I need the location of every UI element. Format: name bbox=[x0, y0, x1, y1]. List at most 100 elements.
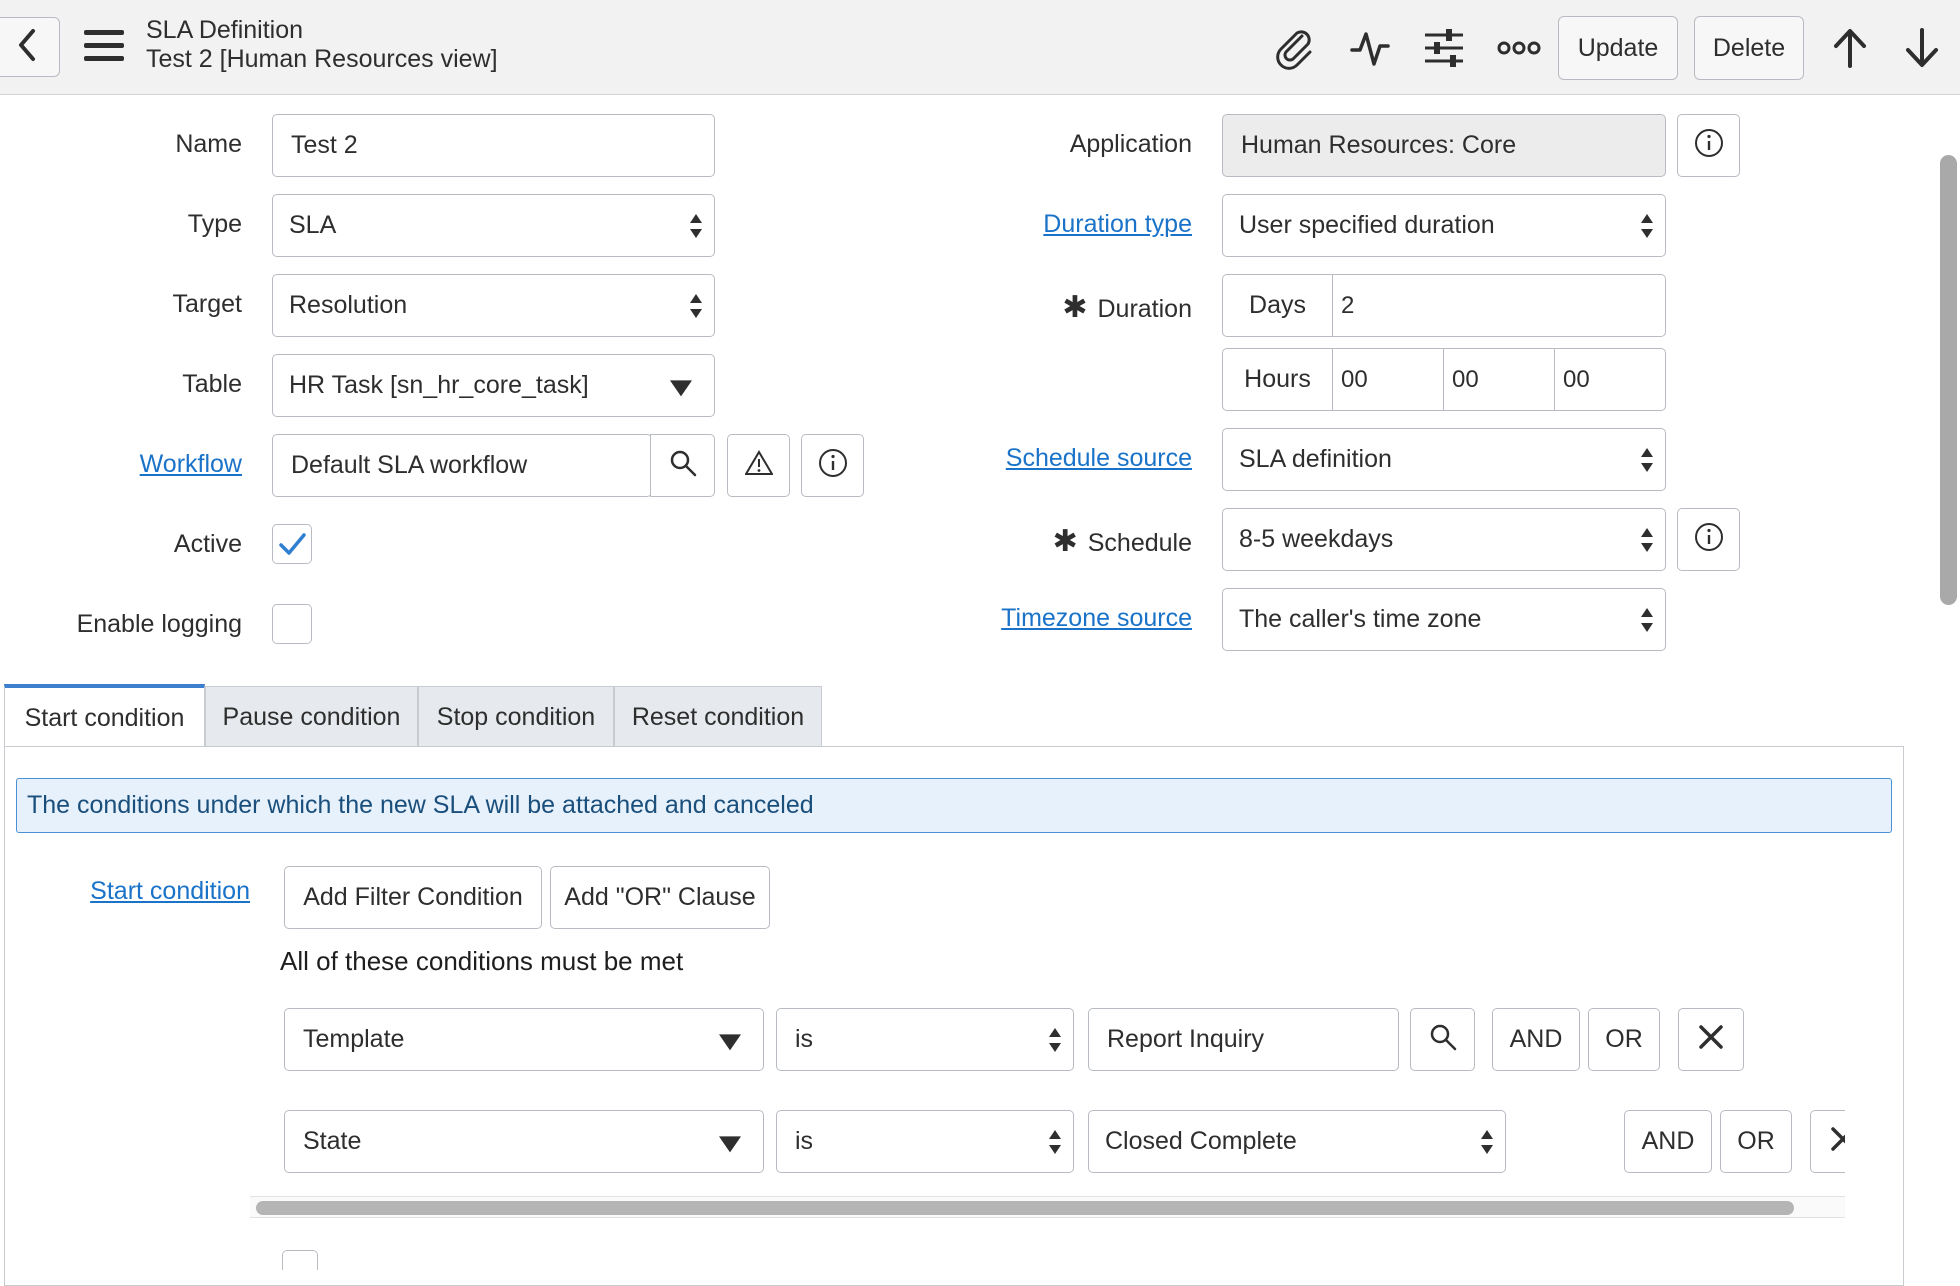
timezone-source-label-wrap: Timezone source bbox=[940, 604, 1192, 633]
timezone-source-link[interactable]: Timezone source bbox=[1001, 604, 1192, 632]
info-icon bbox=[818, 448, 848, 483]
days-input[interactable]: 2 bbox=[1341, 275, 1641, 336]
condition-value: Closed Complete bbox=[1105, 1127, 1297, 1155]
seconds-input[interactable]: 00 bbox=[1555, 349, 1665, 410]
search-icon bbox=[1429, 1023, 1457, 1056]
condition-or-button[interactable]: OR bbox=[1588, 1008, 1660, 1071]
workflow-link[interactable]: Workflow bbox=[140, 450, 242, 478]
close-icon bbox=[1829, 1125, 1845, 1158]
delete-button[interactable]: Delete bbox=[1694, 16, 1804, 80]
attachment-icon[interactable] bbox=[1270, 24, 1318, 72]
schedule-label-wrap: ✱ Schedule bbox=[940, 524, 1192, 559]
duration-type-label-wrap: Duration type bbox=[940, 210, 1192, 239]
condition-and-button[interactable]: AND bbox=[1624, 1110, 1712, 1173]
table-select[interactable]: HR Task [sn_hr_core_task] bbox=[272, 354, 715, 417]
select-arrows-icon bbox=[1641, 212, 1653, 240]
info-icon bbox=[1694, 128, 1724, 163]
active-label: Active bbox=[173, 530, 242, 558]
more-icon[interactable] bbox=[1494, 24, 1544, 72]
application-info-button[interactable] bbox=[1677, 114, 1740, 177]
condition-field-select[interactable]: Template bbox=[284, 1008, 764, 1071]
partial-checkbox[interactable] bbox=[282, 1250, 318, 1270]
search-icon bbox=[669, 449, 697, 482]
duration-hours-group: Hours 00 00 00 bbox=[1222, 348, 1666, 411]
condition-operator-value: is bbox=[795, 1127, 814, 1155]
condition-delete-button[interactable] bbox=[1678, 1008, 1744, 1071]
arrow-down-icon[interactable] bbox=[1898, 24, 1946, 72]
workflow-lookup-button[interactable] bbox=[650, 434, 715, 497]
condition-delete-button[interactable] bbox=[1810, 1110, 1845, 1173]
close-icon bbox=[1697, 1023, 1725, 1056]
condition-value-input[interactable]: Report Inquiry bbox=[1088, 1008, 1399, 1071]
select-arrows-icon bbox=[1641, 446, 1653, 474]
schedule-source-select[interactable]: SLA definition bbox=[1222, 428, 1666, 491]
add-or-clause-button[interactable]: Add "OR" Clause bbox=[550, 866, 770, 929]
horizontal-scrollbar[interactable] bbox=[256, 1201, 1794, 1215]
check-icon bbox=[273, 533, 311, 567]
workflow-info-button[interactable] bbox=[801, 434, 864, 497]
type-label: Type bbox=[187, 210, 242, 238]
workflow-warning-button[interactable] bbox=[727, 434, 790, 497]
tab-reset-condition[interactable]: Reset condition bbox=[614, 686, 822, 748]
activity-icon[interactable] bbox=[1346, 24, 1394, 72]
required-icon: ✱ bbox=[1052, 525, 1078, 558]
workflow-input[interactable]: Default SLA workflow bbox=[272, 434, 652, 497]
duration-type-value: User specified duration bbox=[1239, 211, 1495, 239]
condition-operator-value: is bbox=[795, 1025, 814, 1053]
select-arrows-icon bbox=[1641, 526, 1653, 554]
duration-type-select[interactable]: User specified duration bbox=[1222, 194, 1666, 257]
select-arrows-icon bbox=[1049, 1026, 1061, 1054]
vertical-scrollbar[interactable] bbox=[1940, 155, 1957, 605]
condition-field-value: Template bbox=[303, 1025, 405, 1053]
enable-logging-label: Enable logging bbox=[76, 610, 242, 638]
schedule-value: 8-5 weekdays bbox=[1239, 525, 1394, 553]
duration-type-link[interactable]: Duration type bbox=[1043, 210, 1192, 238]
hours-input[interactable]: 00 bbox=[1333, 349, 1444, 410]
condition-or-button[interactable]: OR bbox=[1720, 1110, 1792, 1173]
days-label: Days bbox=[1223, 275, 1333, 336]
tab-stop-condition[interactable]: Stop condition bbox=[418, 686, 614, 748]
back-icon bbox=[16, 27, 38, 68]
workflow-label-wrap: Workflow bbox=[60, 450, 242, 479]
name-input[interactable]: Test 2 bbox=[272, 114, 715, 177]
schedule-source-link[interactable]: Schedule source bbox=[1006, 444, 1192, 472]
timezone-source-select[interactable]: The caller's time zone bbox=[1222, 588, 1666, 651]
schedule-label: Schedule bbox=[1087, 529, 1192, 557]
condition-value-select[interactable]: Closed Complete bbox=[1088, 1110, 1506, 1173]
info-icon bbox=[1694, 522, 1724, 557]
update-button[interactable]: Update bbox=[1558, 16, 1678, 80]
application-field: Human Resources: Core bbox=[1222, 114, 1666, 177]
minutes-input[interactable]: 00 bbox=[1444, 349, 1555, 410]
target-label: Target bbox=[172, 290, 242, 318]
target-select[interactable]: Resolution bbox=[272, 274, 715, 337]
enable-logging-checkbox[interactable] bbox=[272, 604, 312, 644]
add-filter-condition-button[interactable]: Add Filter Condition bbox=[284, 866, 542, 929]
chevron-down-icon bbox=[719, 1033, 741, 1050]
arrow-up-icon[interactable] bbox=[1826, 24, 1874, 72]
condition-operator-select[interactable]: is bbox=[776, 1110, 1074, 1173]
start-condition-link[interactable]: Start condition bbox=[90, 877, 250, 905]
chevron-down-icon bbox=[670, 379, 692, 396]
chevron-down-icon bbox=[719, 1135, 741, 1152]
type-select[interactable]: SLA bbox=[272, 194, 715, 257]
schedule-select[interactable]: 8-5 weekdays bbox=[1222, 508, 1666, 571]
settings-icon[interactable] bbox=[1420, 24, 1468, 72]
select-arrows-icon bbox=[1481, 1128, 1493, 1156]
tab-pause-condition[interactable]: Pause condition bbox=[205, 686, 418, 748]
condition-field-select[interactable]: State bbox=[284, 1110, 764, 1173]
back-button[interactable] bbox=[0, 17, 60, 77]
condition-operator-select[interactable]: is bbox=[776, 1008, 1074, 1071]
required-icon: ✱ bbox=[1062, 291, 1088, 324]
table-label: Table bbox=[182, 370, 242, 398]
warning-icon bbox=[743, 450, 774, 481]
menu-icon[interactable] bbox=[82, 24, 126, 68]
conditions-must-be-met: All of these conditions must be met bbox=[280, 946, 684, 976]
active-checkbox[interactable] bbox=[272, 524, 312, 564]
condition-lookup-button[interactable] bbox=[1410, 1008, 1475, 1071]
timezone-source-value: The caller's time zone bbox=[1239, 605, 1482, 633]
schedule-info-button[interactable] bbox=[1677, 508, 1740, 571]
select-arrows-icon bbox=[690, 212, 702, 240]
tab-start-condition[interactable]: Start condition bbox=[4, 684, 205, 748]
record-subtitle: Test 2 [Human Resources view] bbox=[146, 45, 498, 73]
condition-and-button[interactable]: AND bbox=[1492, 1008, 1580, 1071]
